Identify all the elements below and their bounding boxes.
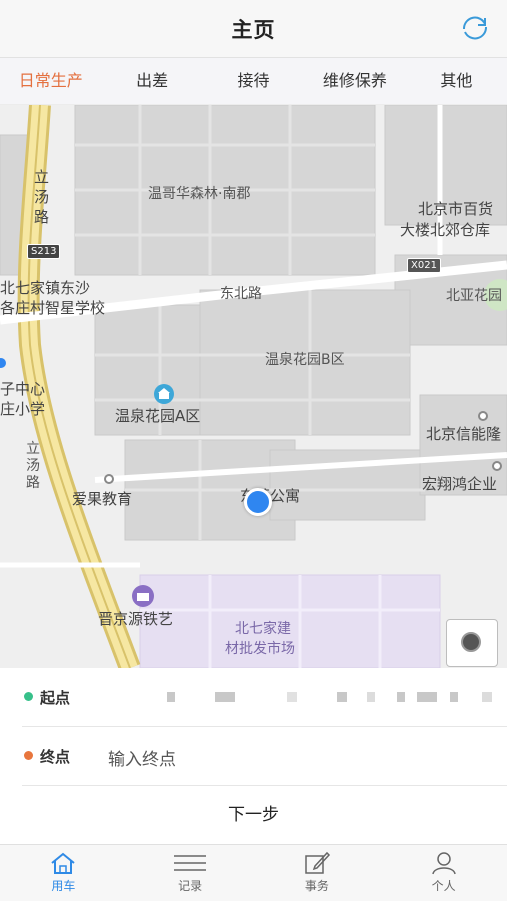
map-label-aiguo: 爱果教育 [72, 490, 133, 508]
locate-icon [461, 632, 481, 652]
map-label-wenquan-b: 温泉花园B区 [265, 352, 345, 368]
start-dot-icon [24, 692, 33, 701]
map-label-gezhuang-school: 各庄村智星学校 [0, 299, 106, 317]
tab-other[interactable]: 其他 [406, 58, 507, 104]
refresh-icon[interactable] [459, 14, 491, 42]
tab-maintenance[interactable]: 维修保养 [304, 58, 405, 104]
map-label-jingyuan: 晋京源铁艺 [98, 610, 174, 628]
map-label-center-school-1: 子中心 [0, 380, 46, 398]
edit-icon [305, 851, 330, 874]
start-address-redacted [337, 692, 347, 702]
map-label-wenge: 温哥华森林·南郡 [148, 186, 251, 202]
tabbar-label: 记录 [178, 879, 203, 893]
start-address-redacted [482, 692, 492, 702]
list-icon [174, 855, 207, 871]
current-location-marker [244, 488, 272, 516]
map-label-hongxiang: 宏翔鸿企业 [422, 475, 498, 493]
start-address-redacted [450, 692, 458, 702]
map-label-beiqijia-dongsha: 北七家镇东沙 [0, 279, 91, 297]
map-label-beijing-xinneng: 北京信能隆 [426, 425, 502, 443]
map-label-beijing-baihuo: 北京市百货 [418, 200, 494, 218]
person-icon [431, 852, 456, 875]
start-point-row[interactable]: 起点 [22, 668, 507, 727]
route-panel: 起点 终点 输入终点 下一步 [0, 668, 507, 844]
tabbar-item-personal[interactable]: 个人 [380, 845, 507, 901]
map-label-market-2: 材批发市场 [225, 641, 295, 657]
tab-business-trip[interactable]: 出差 [101, 58, 202, 104]
tabbar-item-records[interactable]: 记录 [127, 845, 254, 901]
tab-reception[interactable]: 接待 [203, 58, 304, 104]
tabbar-label: 个人 [431, 879, 456, 893]
end-label: 终点 [40, 748, 71, 766]
map-label-dalou: 大楼北郊仓库 [400, 221, 491, 239]
page-title: 主页 [231, 18, 276, 42]
map-label-litang-road: 立 汤 路 [34, 168, 50, 226]
bottom-tab-bar: 用车 记录 事务 个人 [0, 844, 507, 901]
end-point-row[interactable]: 终点 输入终点 [22, 727, 507, 786]
poi-aiguo-icon [104, 474, 114, 484]
next-step-button[interactable]: 下一步 [0, 786, 507, 844]
map-label-center-school-2: 庄小学 [0, 400, 46, 418]
road-shield-s213: S213 [27, 244, 61, 259]
locate-me-button[interactable] [446, 619, 498, 667]
tabbar-label: 事务 [304, 879, 329, 893]
road-shield-x021: X021 [407, 258, 441, 273]
start-address-redacted [167, 692, 175, 702]
map-label-dongbei-road: 东北路 [220, 286, 262, 302]
start-address-redacted [215, 692, 235, 702]
poi-hongxiang-icon [492, 461, 502, 471]
start-label: 起点 [40, 689, 71, 707]
start-address-redacted [397, 692, 405, 702]
shop-icon [132, 585, 154, 607]
end-point-input[interactable]: 输入终点 [108, 745, 176, 770]
category-tabs: 日常生产 出差 接待 维修保养 其他 [0, 58, 507, 105]
start-address-redacted [287, 692, 297, 702]
start-address-redacted [367, 692, 375, 702]
map-label-market-1: 北七家建 [235, 621, 291, 637]
start-address-redacted [417, 692, 437, 702]
home-icon [51, 852, 76, 874]
map-canvas [0, 105, 507, 668]
residential-icon [154, 384, 174, 404]
header: 主页 [0, 0, 507, 58]
tabbar-item-affairs[interactable]: 事务 [254, 845, 381, 901]
end-dot-icon [24, 751, 33, 760]
tab-daily-production[interactable]: 日常生产 [0, 58, 101, 104]
tabbar-label: 用车 [51, 879, 76, 893]
poi-beijing-xinneng-icon [478, 411, 488, 421]
tabbar-item-car[interactable]: 用车 [0, 845, 127, 901]
map-view[interactable]: 立 汤 路 温哥华森林·南郡 北京市百货 大楼北郊仓库 S213 X021 北七… [0, 105, 507, 668]
map-label-litang-road-2: 立 汤 路 [26, 441, 40, 491]
map-label-beiya: 北亚花园 [446, 288, 502, 304]
map-label-wenquan-a: 温泉花园A区 [115, 407, 201, 425]
